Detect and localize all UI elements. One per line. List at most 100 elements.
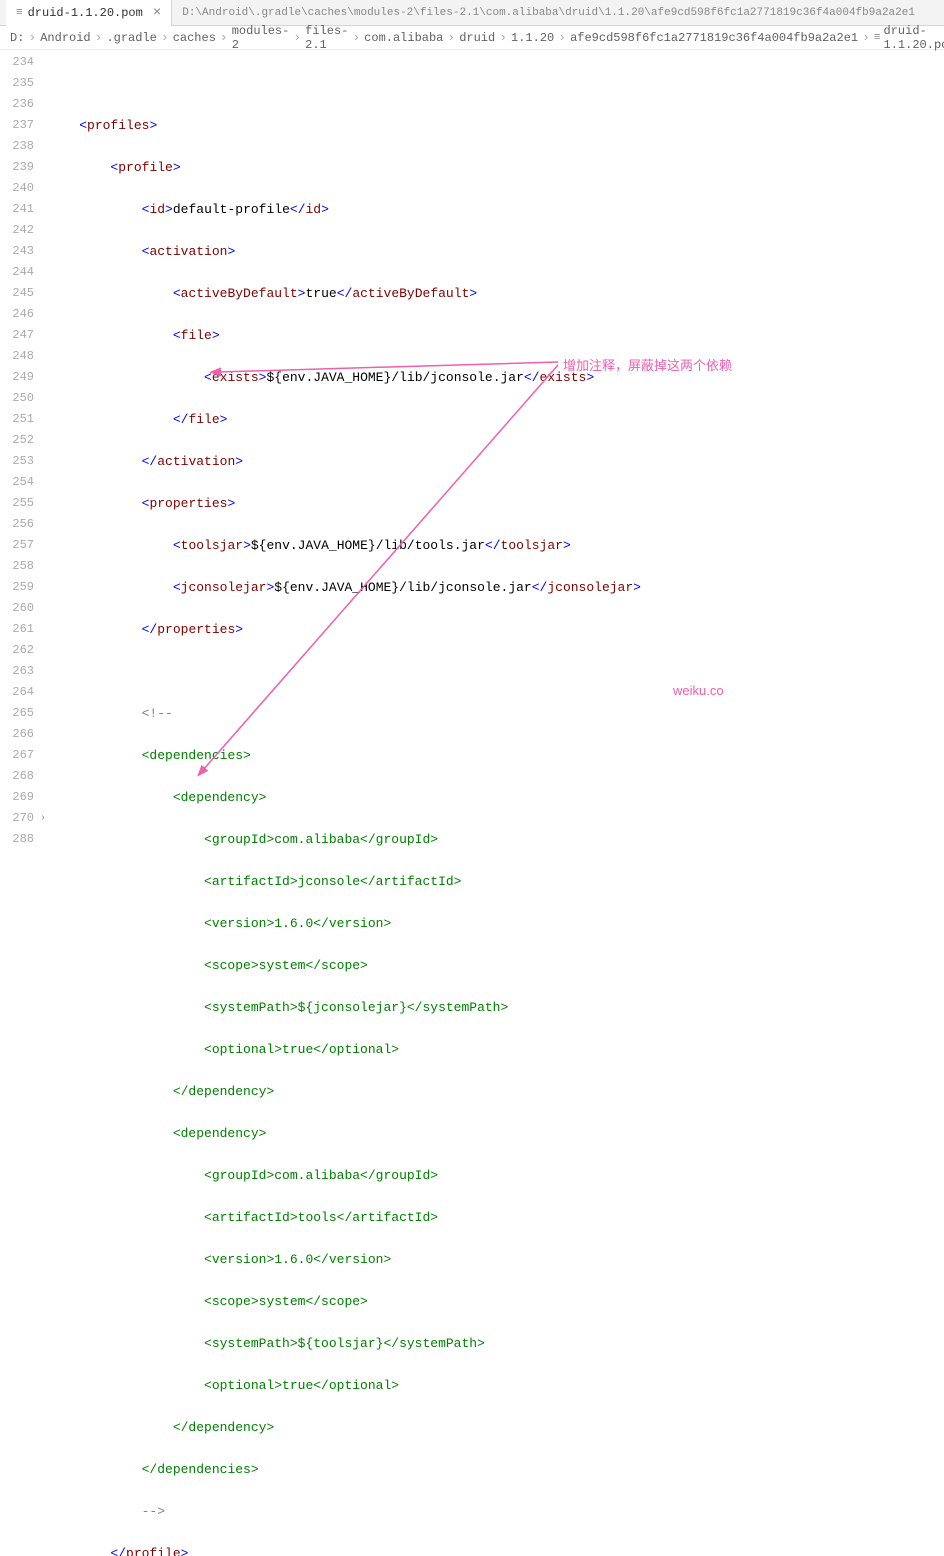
line-number: 234 xyxy=(0,52,34,73)
code-line: <file> xyxy=(48,325,944,346)
code-line: </file> xyxy=(48,409,944,430)
code-line: <dependencies> xyxy=(48,745,944,766)
line-number: 237 xyxy=(0,115,34,136)
crumb-item[interactable]: 1.1.20 xyxy=(511,31,554,45)
line-number: 266 xyxy=(0,724,34,745)
code-line xyxy=(48,661,944,682)
line-number: 257 xyxy=(0,535,34,556)
line-number: 262 xyxy=(0,640,34,661)
crumb-item[interactable]: com.alibaba xyxy=(364,31,443,45)
line-number: 261 xyxy=(0,619,34,640)
code-line: <activation> xyxy=(48,241,944,262)
watermark: weiku.co xyxy=(673,680,724,701)
code-line: <version>1.6.0</version> xyxy=(48,913,944,934)
line-number: 269 xyxy=(0,787,34,808)
code-line: <activeByDefault>true</activeByDefault> xyxy=(48,283,944,304)
code-line: --> xyxy=(48,1501,944,1522)
line-number: 249 xyxy=(0,367,34,388)
crumb-item[interactable]: modules-2 xyxy=(232,24,290,52)
code-line: <optional>true</optional> xyxy=(48,1375,944,1396)
line-number: 258 xyxy=(0,556,34,577)
line-number: 236 xyxy=(0,94,34,115)
chevron-right-icon: › xyxy=(220,30,228,45)
chevron-right-icon: › xyxy=(558,30,566,45)
editor[interactable]: 234 235 236 237 238 239 240 241 242 243 … xyxy=(0,50,944,778)
code-line: <scope>system</scope> xyxy=(48,955,944,976)
code-line: </profile> xyxy=(48,1543,944,1556)
code-line: <systemPath>${jconsolejar}</systemPath> xyxy=(48,997,944,1018)
crumb-file[interactable]: druid-1.1.20.pom xyxy=(884,24,944,52)
annotation-text: 增加注释，屏蔽掉这两个依赖 xyxy=(563,355,732,376)
line-number: 251 xyxy=(0,409,34,430)
line-number: 255 xyxy=(0,493,34,514)
chevron-right-icon: › xyxy=(293,30,301,45)
line-number: 252 xyxy=(0,430,34,451)
line-number: 288 xyxy=(0,829,34,850)
code-area[interactable]: <profiles> <profile> <id>default-profile… xyxy=(48,50,944,778)
code-line: <groupId>com.alibaba</groupId> xyxy=(48,1165,944,1186)
code-line: <dependency> xyxy=(48,787,944,808)
line-number: 259 xyxy=(0,577,34,598)
line-number: 247 xyxy=(0,325,34,346)
line-number: 245 xyxy=(0,283,34,304)
close-icon[interactable]: × xyxy=(153,5,161,21)
chevron-right-icon: › xyxy=(28,30,36,45)
code-line: <exists>${env.JAVA_HOME}/lib/jconsole.ja… xyxy=(48,367,944,388)
crumb-item[interactable]: files-2.1 xyxy=(305,24,348,52)
code-line: <systemPath>${toolsjar}</systemPath> xyxy=(48,1333,944,1354)
line-number: 254 xyxy=(0,472,34,493)
line-number: 260 xyxy=(0,598,34,619)
crumb-item[interactable]: afe9cd598f6fc1a2771819c36f4a004fb9a2a2e1 xyxy=(570,31,858,45)
line-number: 256 xyxy=(0,514,34,535)
line-number: 263 xyxy=(0,661,34,682)
file-icon: ≡ xyxy=(16,7,23,19)
code-line: <id>default-profile</id> xyxy=(48,199,944,220)
crumb-item[interactable]: .gradle xyxy=(106,31,156,45)
line-number: 267 xyxy=(0,745,34,766)
code-line: <profile> xyxy=(48,157,944,178)
crumb-item[interactable]: druid xyxy=(459,31,495,45)
code-line: <scope>system</scope> xyxy=(48,1291,944,1312)
code-line: </dependency> xyxy=(48,1417,944,1438)
code-line: <artifactId>tools</artifactId> xyxy=(48,1207,944,1228)
code-line: </dependency> xyxy=(48,1081,944,1102)
crumb-item[interactable]: D: xyxy=(10,31,24,45)
breadcrumb[interactable]: D:› Android› .gradle› caches› modules-2›… xyxy=(0,26,944,50)
line-number: 270› xyxy=(0,808,34,829)
line-number: 246 xyxy=(0,304,34,325)
line-number: 250 xyxy=(0,388,34,409)
code-line: <artifactId>jconsole</artifactId> xyxy=(48,871,944,892)
crumb-item[interactable]: Android xyxy=(40,31,90,45)
code-line xyxy=(48,73,944,94)
tab-bar: ≡ druid-1.1.20.pom × D:\Android\.gradle\… xyxy=(0,0,944,26)
line-number: 248 xyxy=(0,346,34,367)
line-number: 242 xyxy=(0,220,34,241)
code-line: </dependencies> xyxy=(48,1459,944,1480)
line-gutter: 234 235 236 237 238 239 240 241 242 243 … xyxy=(0,50,48,778)
line-number: 239 xyxy=(0,157,34,178)
code-line: <toolsjar>${env.JAVA_HOME}/lib/tools.jar… xyxy=(48,535,944,556)
chevron-right-icon: › xyxy=(95,30,103,45)
chevron-right-icon: › xyxy=(862,30,870,45)
line-number: 264 xyxy=(0,682,34,703)
line-number: 265 xyxy=(0,703,34,724)
line-number: 241 xyxy=(0,199,34,220)
code-line: <jconsolejar>${env.JAVA_HOME}/lib/jconso… xyxy=(48,577,944,598)
code-line: </activation> xyxy=(48,451,944,472)
chevron-right-icon: › xyxy=(447,30,455,45)
code-line: <optional>true</optional> xyxy=(48,1039,944,1060)
line-number: 253 xyxy=(0,451,34,472)
crumb-item[interactable]: caches xyxy=(173,31,216,45)
code-line: </properties> xyxy=(48,619,944,640)
chevron-right-icon: › xyxy=(499,30,507,45)
chevron-right-icon: › xyxy=(352,30,360,45)
file-tab[interactable]: ≡ druid-1.1.20.pom × xyxy=(6,0,172,26)
chevron-right-icon: › xyxy=(161,30,169,45)
code-line: <dependency> xyxy=(48,1123,944,1144)
code-line: <properties> xyxy=(48,493,944,514)
code-line: <!-- xyxy=(48,703,944,724)
line-number: 240 xyxy=(0,178,34,199)
line-number: 268 xyxy=(0,766,34,787)
fold-icon[interactable]: › xyxy=(40,808,46,829)
line-number: 244 xyxy=(0,262,34,283)
